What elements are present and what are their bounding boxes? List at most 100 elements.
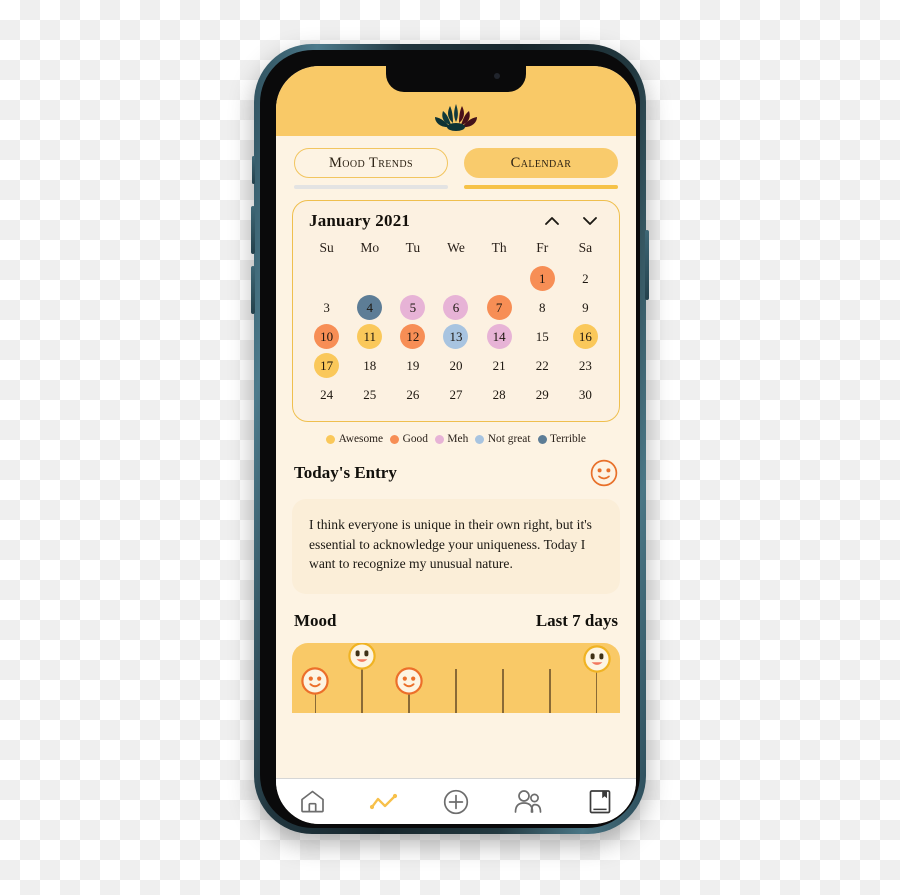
calendar-day-19[interactable]: 19 (400, 353, 425, 378)
nav-people[interactable] (506, 785, 550, 819)
tab-calendar-wrap: Calendar (464, 148, 618, 189)
calendar-day-8[interactable]: 8 (530, 295, 555, 320)
legend-label-awesome: Awesome (338, 433, 384, 445)
calendar-day-5[interactable]: 5 (400, 295, 426, 320)
calendar-day-14[interactable]: 14 (486, 324, 512, 349)
front-camera-icon (494, 73, 500, 79)
phone-bezel: Mood Trends Calendar January 2021 Su Mo … (260, 50, 640, 828)
calendar-day-27[interactable]: 27 (443, 382, 468, 407)
calendar-cell: 16 (564, 322, 607, 351)
calendar-cell: 28 (478, 380, 521, 409)
entry-header: Today's Entry (294, 459, 618, 487)
calendar-cell: 3 (305, 293, 348, 322)
calendar-day-4[interactable]: 4 (357, 295, 383, 320)
calendar-day-15[interactable]: 15 (530, 324, 555, 349)
tab-mood-trends[interactable]: Mood Trends (294, 148, 448, 178)
people-icon (514, 790, 542, 813)
calendar-day-25[interactable]: 25 (357, 382, 382, 407)
calendar-day-2[interactable]: 2 (573, 266, 598, 291)
calendar-day-24[interactable]: 24 (314, 382, 339, 407)
calendar-cell: 13 (434, 322, 477, 351)
calendar-day-29[interactable]: 29 (530, 382, 555, 407)
book-icon (589, 789, 611, 813)
calendar-day-28[interactable]: 28 (487, 382, 512, 407)
calendar-card: January 2021 Su Mo Tu We Th Fr Sa 1 2 3 4 5 6 7 8 9 10 1… (292, 200, 620, 422)
entry-text-card[interactable]: I think everyone is unique in their own … (292, 499, 620, 595)
volume-up-button[interactable] (251, 206, 255, 254)
mood-stem-4 (455, 669, 457, 714)
legend-item-good: Good (390, 433, 428, 445)
legend-label-terrible: Terrible (550, 433, 586, 445)
legend-dot-terrible (537, 434, 547, 444)
chevron-down-icon[interactable] (581, 215, 599, 227)
calendar-day-23[interactable]: 23 (573, 353, 598, 378)
nav-home[interactable] (290, 785, 334, 819)
calendar-cell: 5 (391, 293, 434, 322)
calendar-blank-cell (305, 264, 348, 293)
calendar-day-6[interactable]: 6 (443, 295, 469, 320)
calendar-day-13[interactable]: 13 (443, 324, 469, 349)
legend-dot-awesome (326, 434, 336, 444)
calendar-weekday-row: Su Mo Tu We Th Fr Sa (305, 237, 607, 264)
calendar-cell: 21 (478, 351, 521, 380)
nav-trends[interactable] (362, 785, 406, 819)
mood-chart[interactable] (292, 643, 620, 714)
calendar-day-16[interactable]: 16 (572, 324, 598, 349)
calendar-day-9[interactable]: 9 (573, 295, 598, 320)
calendar-day-22[interactable]: 22 (530, 353, 555, 378)
mood-face-2[interactable] (348, 643, 376, 670)
legend-item-notgreat: Not great (475, 433, 531, 445)
calendar-cell: 22 (521, 351, 564, 380)
smiley-face-icon[interactable] (590, 459, 618, 487)
entry-text: I think everyone is unique in their own … (309, 517, 592, 572)
calendar-cell: 14 (478, 322, 521, 351)
calendar-day-1[interactable]: 1 (529, 266, 555, 291)
mood-face-7[interactable] (582, 645, 611, 673)
calendar-cell: 27 (434, 380, 477, 409)
volume-down-button[interactable] (251, 266, 255, 314)
calendar-day-10[interactable]: 10 (314, 324, 340, 349)
calendar-blank-cell (478, 264, 521, 293)
tab-mood-trends-underline (294, 185, 448, 189)
calendar-weekday-sa: Sa (578, 240, 593, 255)
chevron-up-icon[interactable] (543, 215, 561, 227)
legend-item-terrible: Terrible (537, 433, 586, 445)
chart-line-icon (369, 793, 398, 809)
calendar-cell: 17 (305, 351, 348, 380)
calendar-weekday-tu: Tu (405, 240, 421, 255)
calendar-header: January 2021 (305, 211, 607, 237)
silence-switch[interactable] (252, 156, 255, 184)
calendar-day-3[interactable]: 3 (314, 295, 339, 320)
calendar-day-18[interactable]: 18 (357, 353, 382, 378)
nav-add[interactable] (434, 785, 478, 819)
calendar-day-11[interactable]: 11 (357, 324, 383, 349)
calendar-cell: 1 (521, 264, 564, 293)
legend-item-meh: Meh (434, 433, 469, 445)
calendar-day-26[interactable]: 26 (400, 382, 425, 407)
calendar-day-30[interactable]: 30 (573, 382, 598, 407)
legend-dot-meh (434, 434, 444, 444)
mood-face-1[interactable] (301, 667, 330, 695)
phone-frame: Mood Trends Calendar January 2021 Su Mo … (251, 44, 649, 834)
calendar-weekday-mo: Mo (360, 240, 380, 255)
calendar-day-20[interactable]: 20 (443, 353, 468, 378)
calendar-cell: 11 (348, 322, 391, 351)
calendar-day-17[interactable]: 17 (314, 353, 340, 378)
mood-face-3[interactable] (395, 667, 423, 695)
nav-journal[interactable] (578, 785, 622, 819)
tab-calendar[interactable]: Calendar (464, 148, 618, 178)
phone-notch (386, 66, 526, 92)
power-button[interactable] (645, 230, 649, 300)
mood-stem-6 (548, 669, 551, 714)
calendar-day-21[interactable]: 21 (487, 353, 512, 378)
calendar-nav-buttons (543, 215, 605, 227)
calendar-day-7[interactable]: 7 (486, 295, 512, 320)
legend-label-meh: Meh (447, 433, 469, 445)
lotus-icon (435, 104, 477, 131)
calendar-day-12[interactable]: 12 (400, 324, 426, 349)
calendar-cell: 15 (521, 322, 564, 351)
legend-label-good: Good (402, 433, 428, 445)
calendar-weekday-fr: Fr (536, 240, 549, 255)
smiley-face-icon (348, 643, 376, 670)
legend-label-notgreat: Not great (487, 433, 531, 445)
